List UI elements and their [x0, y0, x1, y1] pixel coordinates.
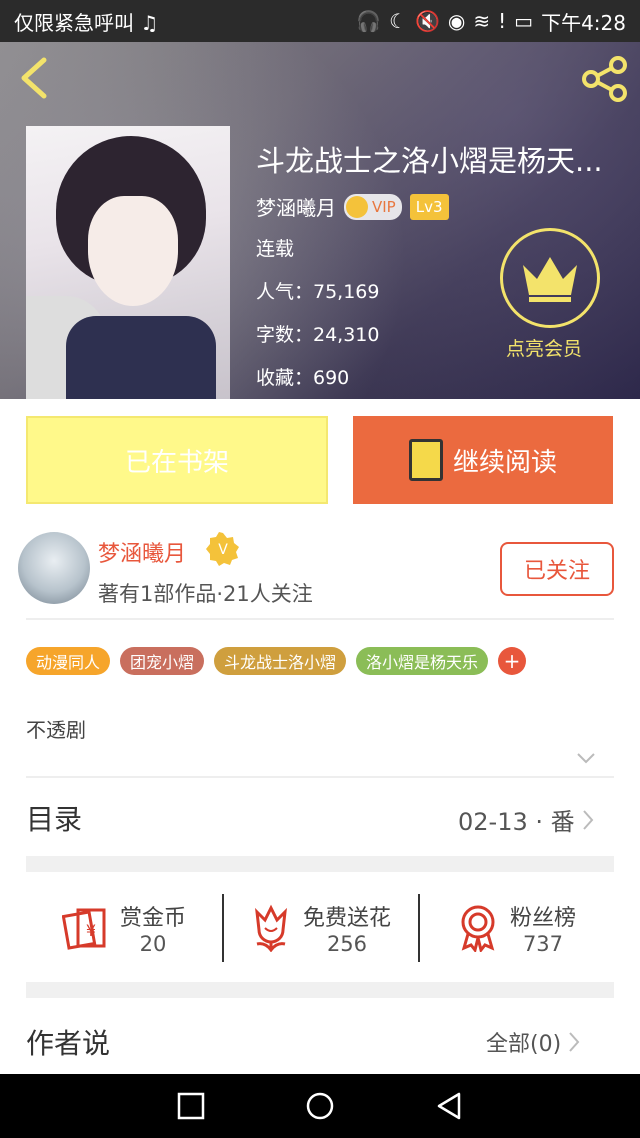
author-says-label: 作者说 — [26, 1027, 111, 1060]
vip-label: VIP — [372, 197, 396, 216]
book-icon — [408, 439, 443, 481]
author-description: 著有1部作品·21人关注 — [98, 582, 313, 606]
recent-apps-icon[interactable] — [177, 1092, 205, 1120]
stat-label: 粉丝榜 — [509, 906, 576, 931]
member-button[interactable] — [500, 228, 600, 328]
chevron-down-icon[interactable] — [576, 750, 596, 766]
book-word-count: 字数：24,310 — [256, 324, 380, 346]
author-name[interactable]: 梦涵曦月 — [98, 536, 186, 568]
fan-ranking[interactable]: 粉丝榜 737 — [418, 876, 614, 980]
author-says-all[interactable]: 全部(0) — [486, 1026, 581, 1058]
headphone-icon: 🎧 — [356, 9, 382, 33]
flower-icon — [255, 904, 287, 952]
level-badge: Lv3 — [409, 193, 449, 220]
section-separator — [26, 982, 614, 998]
book-cover[interactable] — [26, 126, 230, 399]
author-avatar[interactable] — [18, 532, 90, 604]
stat-value: 256 — [326, 932, 368, 956]
follow-button[interactable]: 已关注 — [500, 542, 614, 596]
eye-icon: ◉ — [447, 9, 466, 33]
on-shelf-button[interactable]: 已在书架 — [26, 416, 328, 504]
back-icon[interactable] — [14, 56, 54, 100]
wifi-icon: ≋ — [473, 9, 491, 33]
alert-icon: ! — [498, 9, 507, 33]
continue-reading-button[interactable]: 继续阅读 — [353, 416, 613, 504]
svg-text:V: V — [218, 542, 228, 558]
home-icon[interactable] — [305, 1091, 335, 1121]
crown-icon — [346, 195, 368, 218]
chevron-right-icon — [582, 809, 593, 830]
carrier-text: 仅限紧急呼叫 — [14, 10, 134, 35]
toc-latest[interactable]: 02-13 · 番 — [458, 802, 595, 837]
stat-label: 免费送花 — [302, 906, 391, 931]
clock: 下午4:28 — [541, 10, 626, 35]
book-favorites: 收藏：690 — [256, 367, 350, 389]
stats-row: ¥ 赏金币 20 免费送花 256 粉丝榜 737 — [26, 876, 614, 980]
book-popularity: 人气：75,169 — [256, 281, 380, 303]
back-nav-icon[interactable] — [435, 1091, 463, 1121]
tag-list: 动漫同人 团宠小熠 斗龙战士洛小熠 洛小熠是杨天乐 + — [26, 647, 527, 675]
vip-badge: VIP — [344, 193, 402, 220]
status-bar: 仅限紧急呼叫 ♫ 🎧 ☾ 🔇 ◉ ≋ ! ▭ 下午4:28 — [0, 0, 640, 42]
section-separator — [26, 856, 614, 872]
status-left: 仅限紧急呼叫 ♫ — [14, 7, 356, 36]
divider — [26, 618, 614, 620]
tag-item[interactable]: 动漫同人 — [26, 647, 111, 675]
tag-item[interactable]: 洛小熠是杨天乐 — [356, 647, 489, 675]
free-flowers[interactable]: 免费送花 256 — [222, 876, 418, 980]
member-label[interactable]: 点亮会员 — [506, 334, 582, 361]
book-title: 斗龙战士之洛小熠是杨天... — [256, 144, 603, 178]
stat-label: 赏金币 — [119, 906, 186, 931]
tag-item[interactable]: 斗龙战士洛小熠 — [214, 647, 347, 675]
verified-icon: V — [206, 532, 239, 566]
svg-text:¥: ¥ — [86, 921, 96, 940]
music-icon: ♫ — [140, 10, 159, 35]
red-envelope-icon: ¥ — [61, 908, 106, 950]
status-right: 🎧 ☾ 🔇 ◉ ≋ ! ▭ 下午4:28 — [356, 7, 626, 36]
cover-art — [66, 316, 216, 399]
medal-icon — [461, 905, 495, 952]
continue-reading-label: 继续阅读 — [452, 447, 557, 478]
toc-label[interactable]: 目录 — [26, 798, 82, 838]
divider — [26, 776, 614, 778]
mute-icon: 🔇 — [415, 9, 440, 33]
author-says-all-label: 全部(0) — [486, 1032, 562, 1057]
on-shelf-label: 已在书架 — [124, 447, 229, 478]
toc-latest-chapter: 02-13 · 番 — [458, 808, 575, 836]
book-author[interactable]: 梦涵曦月 — [256, 192, 336, 221]
moon-icon: ☾ — [389, 9, 408, 33]
share-icon[interactable] — [580, 56, 630, 102]
book-description: 不透剧 — [26, 718, 86, 742]
stat-value: 20 — [139, 932, 167, 956]
system-nav-bar — [0, 1074, 640, 1138]
add-tag-button[interactable]: + — [498, 647, 527, 675]
stat-value: 737 — [522, 932, 564, 956]
cover-art — [88, 196, 178, 306]
battery-icon: ▭ — [514, 9, 534, 33]
crown-icon — [523, 257, 577, 302]
book-status: 连载 — [256, 238, 295, 260]
chevron-right-icon — [569, 1032, 580, 1052]
book-author-line: 梦涵曦月 VIP Lv3 — [256, 192, 449, 221]
tag-item[interactable]: 团宠小熠 — [120, 647, 205, 675]
reward-coins[interactable]: ¥ 赏金币 20 — [26, 876, 222, 980]
